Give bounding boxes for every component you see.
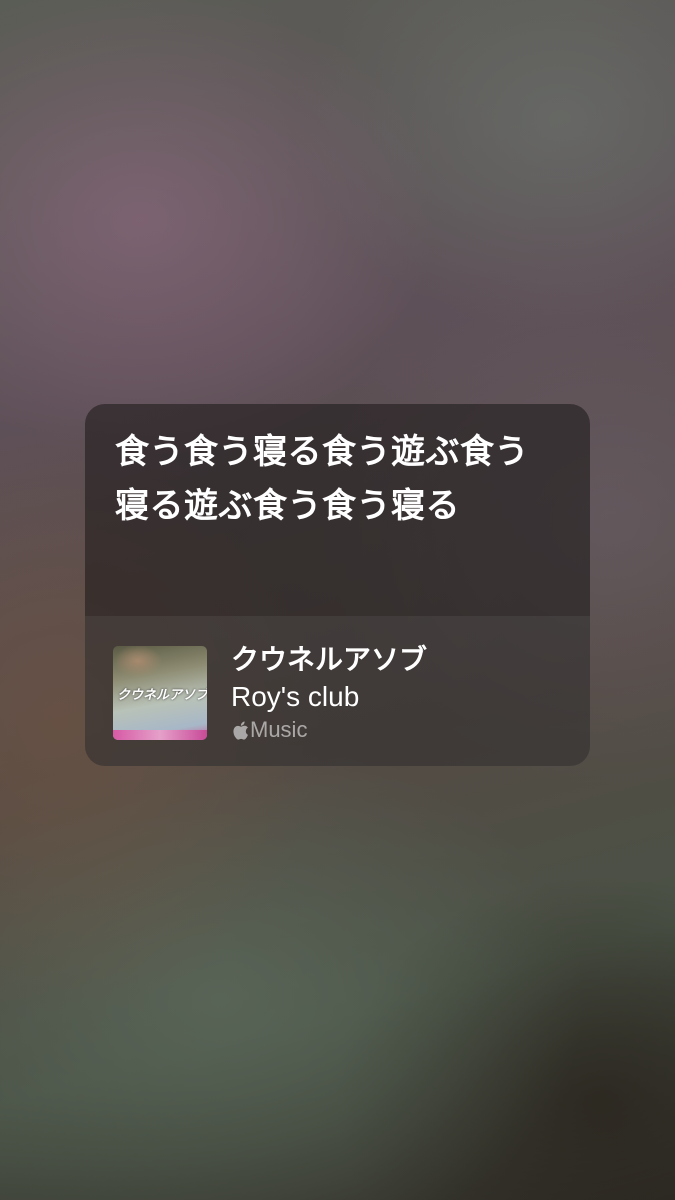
apple-music-badge: Music [231,716,307,744]
artwork-stripe [113,730,207,740]
artwork-photo [113,646,173,686]
lyric-line: 食う食う寝る食う遊ぶ食う [115,432,529,472]
song-title: クウネルアソブ [231,643,428,676]
artwork-title: クウネルアソブ [117,688,207,703]
track-info[interactable]: クウネルアソブ クウネルアソブ Roy's club Music [85,616,590,766]
album-artwork: クウネルアソブ [113,646,207,740]
lyrics-section: 食う食う寝る食う遊ぶ食う 寝る遊ぶ食う食う寝る [85,404,590,616]
service-label: Music [250,717,308,742]
apple-logo-icon [233,721,248,740]
lyric-line: 寝る遊ぶ食う食う寝る [115,486,460,526]
artist-name: Roy's club [231,681,360,712]
lyrics-share-card[interactable]: 食う食う寝る食う遊ぶ食う 寝る遊ぶ食う食う寝る クウネルアソブ クウネルアソブ … [85,404,590,766]
